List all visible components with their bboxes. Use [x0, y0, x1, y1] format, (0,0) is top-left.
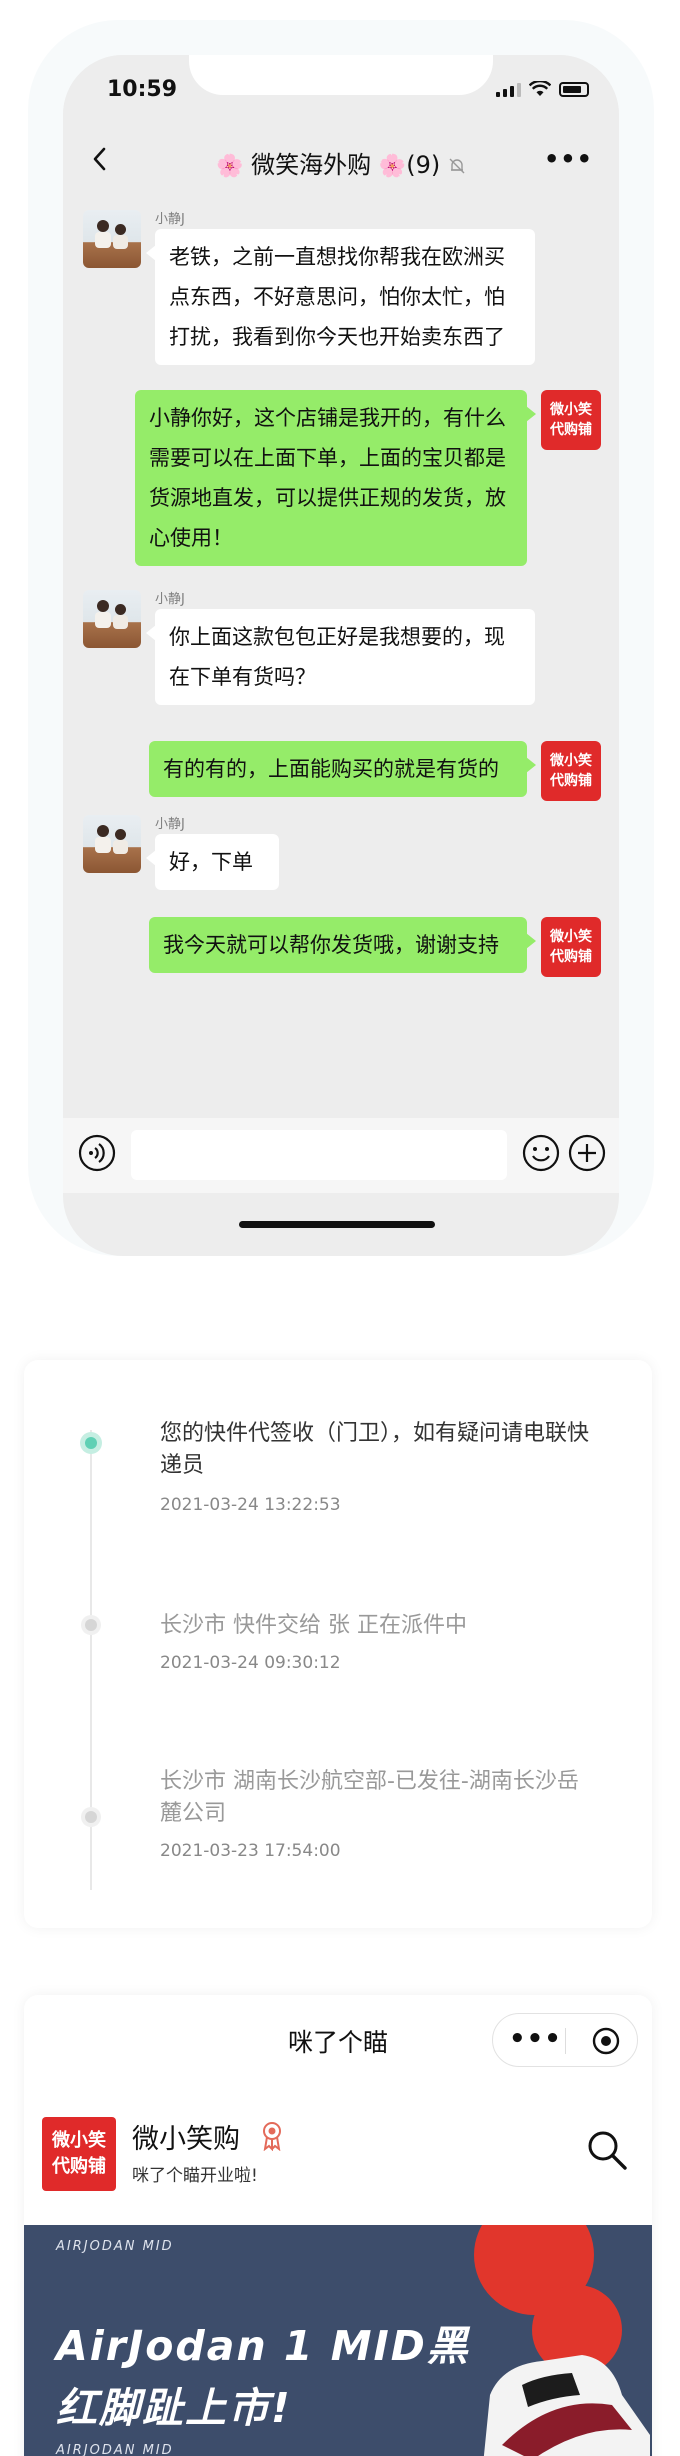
message-bubble[interactable]: 老铁，之前一直想找你帮我在欧洲买点东西，不好意思问，怕你太忙，怕打扰，我看到你今… [146, 229, 535, 365]
chat-input-bar [63, 1118, 619, 1193]
bell-muted-icon [449, 158, 465, 174]
message-bubble[interactable]: 有的有的，上面能购买的就是有货的 [149, 741, 536, 797]
flower-icon: 🌸 [378, 154, 407, 179]
message-bubble[interactable]: 你上面这款包包正好是我想要的，现在下单有货吗？ [146, 609, 535, 705]
shop-logo-text: 代购铺 [52, 2156, 106, 2177]
timeline-dot [85, 1811, 97, 1823]
banner-headline-line: 红脚趾上市! [56, 2384, 292, 2432]
tracking-event-time: 2021-03-24 13:22:53 [160, 1495, 341, 1515]
sender-name: 小静J [155, 212, 185, 227]
chat-title: 🌸 微笑海外购 🌸(9) [63, 145, 619, 180]
status-bar: 10:59 [63, 55, 619, 125]
promo-banner[interactable]: AIRJODAN MID AirJodan 1 MID黑 红脚趾上市! AIRJ… [24, 2225, 652, 2456]
shop-avatar-text: 代购铺 [550, 773, 592, 789]
tracking-event-time: 2021-03-23 17:54:00 [160, 1841, 341, 1861]
battery-icon [559, 82, 589, 97]
medal-icon [263, 2122, 281, 2151]
message-bubble[interactable]: 好，下单 [146, 834, 279, 890]
tracking-event-time: 2021-03-24 09:30:12 [160, 1653, 341, 1673]
shop-avatar-text: 微小笑 [550, 753, 592, 769]
timeline-dot-active [85, 1437, 97, 1449]
sender-name: 小静J [155, 592, 185, 607]
emoji-icon[interactable] [521, 1133, 561, 1173]
tracking-event-text: 您的快件代签收（门卫），如有疑问请电联快递员 [160, 1421, 590, 1478]
shop-avatar[interactable]: 微小笑 代购铺 [541, 741, 601, 801]
mini-program-capsule: ••• [492, 2013, 638, 2067]
message-bubble[interactable]: 小静你好，这个店铺是我开的，有什么需要可以在上面下单，上面的宝贝都是货源地直发，… [135, 390, 536, 566]
capsule-divider [565, 2028, 566, 2054]
more-icon[interactable]: ••• [544, 145, 593, 173]
status-icons [496, 81, 589, 97]
more-icon[interactable]: ••• [509, 2024, 562, 2054]
banner-brand: AIRJODAN MID [56, 2239, 174, 2254]
flower-icon: 🌸 [216, 154, 244, 179]
voice-icon[interactable] [77, 1133, 117, 1173]
chat-nav-bar: 🌸 微笑海外购 🌸(9) ••• [63, 125, 619, 195]
status-time: 10:59 [107, 77, 178, 102]
shop-logo[interactable]: 微小笑 代购铺 [42, 2117, 116, 2191]
shop-name[interactable]: 微小笑购 [132, 2117, 240, 2156]
tracking-event-text: 长沙市 快件交给 张 正在派件中 [160, 1613, 467, 1638]
search-icon[interactable] [586, 2129, 628, 2171]
tracking-event-text: 长沙市 湖南长沙航空部-已发往-湖南长沙岳麓公司 [160, 1769, 579, 1826]
chat-title-text: 微笑海外购 [251, 151, 372, 179]
member-count: (9) [406, 151, 441, 179]
tracking-card: 您的快件代签收（门卫），如有疑问请电联快递员 2021-03-24 13:22:… [24, 1360, 652, 1928]
banner-brand: AIRJODAN MID [56, 2443, 174, 2456]
shop-logo-text: 微小笑 [52, 2130, 106, 2151]
timeline-dot [85, 1619, 97, 1631]
avatar[interactable] [83, 815, 141, 873]
shop-avatar-text: 微小笑 [550, 929, 592, 945]
sneaker-image [483, 2355, 650, 2456]
avatar[interactable] [83, 210, 141, 268]
home-indicator [239, 1221, 435, 1228]
plus-icon[interactable] [567, 1133, 607, 1173]
shop-subtitle: 咪了个瞄开业啦! [132, 2166, 258, 2186]
banner-headline: AirJodan 1 MID黑 红脚趾上市! [56, 2315, 470, 2439]
wifi-icon [529, 81, 551, 96]
phone-notch [189, 55, 493, 95]
shop-avatar[interactable]: 微小笑 代购铺 [541, 390, 601, 450]
message-input[interactable] [131, 1130, 507, 1180]
banner-headline-line: AirJodan 1 MID黑 [56, 2322, 470, 2370]
shop-avatar-text: 代购铺 [550, 949, 592, 965]
sender-name: 小静J [155, 817, 185, 832]
shop-avatar-text: 代购铺 [550, 422, 592, 438]
shop-avatar-text: 微小笑 [550, 402, 592, 418]
target-icon[interactable] [591, 2026, 621, 2056]
avatar[interactable] [83, 590, 141, 648]
phone-screen: 10:59 🌸 微笑海外购 🌸(9) ••• 小静J 老铁，之前一直想找你帮我在… [63, 55, 619, 1256]
mini-program-card: 咪了个瞄 ••• 微小笑 代购铺 微小笑购 咪了个瞄开业啦! AIRJODAN … [24, 1995, 652, 2456]
signal-icon [496, 83, 521, 97]
message-bubble[interactable]: 我今天就可以帮你发货哦，谢谢支持 [149, 917, 536, 973]
shop-avatar[interactable]: 微小笑 代购铺 [541, 917, 601, 977]
